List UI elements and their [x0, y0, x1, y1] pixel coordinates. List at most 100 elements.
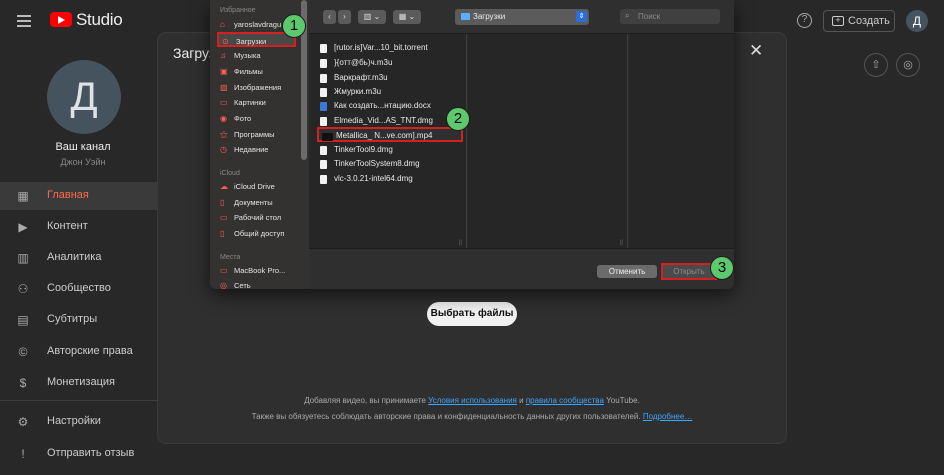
preview-column: || — [468, 34, 628, 248]
search-field[interactable]: ⌕ Поиск — [620, 9, 720, 24]
recents-icon: ◷ — [220, 145, 227, 154]
forward-button[interactable]: › — [338, 10, 351, 24]
open-button[interactable]: Открыть — [661, 263, 717, 280]
finder-sidebar-item[interactable]: ☁ iCloud Drive — [217, 179, 296, 194]
sidebar-item[interactable]: © Авторские права — [0, 338, 165, 366]
cloud-icon: ☁ — [220, 182, 228, 191]
sidebar-item[interactable]: ▦ Главная — [0, 182, 165, 210]
terms-prefix: Добавляя видео, вы принимаете — [304, 396, 426, 405]
sidebar-item[interactable]: ▥ Аналитика — [0, 244, 165, 272]
file-row[interactable]: TinkerToolSystem8.dmg — [317, 157, 463, 172]
shared-icon: ▯ — [220, 229, 225, 238]
file-icon — [320, 175, 327, 184]
file-row[interactable]: [rutor.is]Var...10_bit.torrent — [317, 41, 463, 56]
sidebar-item[interactable]: ▤ Субтитры — [0, 306, 165, 334]
upload-icon[interactable]: ⇧ — [864, 53, 888, 77]
sidebar-section-header: iCloud — [220, 170, 240, 177]
select-files-button[interactable]: Выбрать файлы — [427, 302, 517, 326]
sidebar-item-label: Главная — [47, 189, 89, 201]
account-avatar[interactable]: Д — [906, 10, 928, 32]
finder-sidebar-item[interactable]: ▯ Документы — [217, 195, 296, 210]
images-icon: ▭ — [220, 98, 228, 107]
learn-more-link[interactable]: Подробнее… — [643, 412, 693, 421]
column-resize-handle[interactable]: || — [620, 240, 623, 246]
finder-sidebar-item[interactable]: ▭ MacBook Pro... — [217, 263, 296, 278]
subtitles-icon: ▤ — [17, 313, 29, 327]
finder-sidebar-item[interactable]: ▯ Общий доступ — [217, 226, 296, 241]
view-mode-columns-icon[interactable]: ▥ ⌄ — [358, 10, 386, 24]
file-row[interactable]: Варкрафт.m3u — [317, 71, 463, 86]
finder-sidebar-item[interactable]: ◎ Сеть — [217, 278, 296, 289]
finder-sidebar-label: iCloud Drive — [234, 182, 275, 191]
popup-arrow-icon: ⇕ — [576, 11, 587, 22]
home-icon: ⌂ — [220, 20, 225, 29]
step-marker-1: 1 — [282, 14, 306, 38]
sidebar-item[interactable]: ▶ Контент — [0, 213, 165, 241]
channel-name: Джон Уэйн — [60, 157, 106, 167]
file-name: Варкрафт.m3u — [334, 73, 388, 82]
file-icon — [320, 117, 327, 126]
sidebar-item[interactable]: ⚙ Настройки — [0, 408, 165, 436]
documents-icon: ▯ — [220, 198, 225, 207]
file-icon — [320, 59, 327, 68]
file-name: }{отт@бь)ч.m3u — [334, 58, 393, 67]
file-row[interactable]: vlc-3.0.21-intel64.dmg — [317, 172, 463, 187]
file-row[interactable]: Как создать...нтацию.docx — [317, 99, 463, 114]
photo-icon: ◉ — [220, 114, 227, 123]
sidebar-item-label: Аналитика — [47, 251, 102, 263]
group-by-icon[interactable]: ▦ ⌄ — [393, 10, 421, 24]
folder-icon — [461, 13, 470, 20]
file-row[interactable]: Metallica_ N...ve.com].mp4 — [317, 127, 463, 142]
file-name: Metallica_ N...ve.com].mp4 — [336, 131, 433, 140]
finder-sidebar-item[interactable]: ⚝ Программы — [217, 127, 296, 142]
finder-sidebar-item[interactable]: ♫ Музыка — [217, 48, 296, 63]
youtube-logo-icon[interactable] — [50, 12, 72, 27]
add-video-icon: + — [832, 16, 844, 26]
channel-avatar[interactable]: Д — [47, 60, 121, 134]
file-name: Жмурки.m3u — [334, 87, 382, 96]
live-icon[interactable]: ◎ — [896, 53, 920, 77]
finder-sidebar-item[interactable]: ⊙ Загрузки — [217, 32, 296, 47]
help-icon[interactable]: ? — [797, 13, 812, 28]
network-icon: ◎ — [220, 281, 227, 289]
sidebar-item-label: Монетизация — [47, 376, 115, 388]
create-button[interactable]: + Создать — [823, 10, 895, 32]
sidebar-divider — [0, 400, 165, 401]
finder-sidebar-item[interactable]: ▨ Изображения — [217, 80, 296, 95]
channel-label: Ваш канал — [55, 141, 111, 153]
community-guidelines-link[interactable]: правила сообщества — [526, 396, 604, 405]
sidebar-item[interactable]: ⚇ Сообщество — [0, 275, 165, 303]
sidebar-section-header: Места — [220, 254, 241, 261]
downloads-icon: ⊙ — [222, 37, 229, 46]
copyright-icon: © — [18, 345, 28, 359]
finder-sidebar-item[interactable]: ◷ Недавние — [217, 142, 296, 157]
file-row[interactable]: Жмурки.m3u — [317, 85, 463, 100]
file-name: TinkerToolSystem8.dmg — [334, 159, 420, 168]
analytics-icon: ▥ — [17, 251, 29, 265]
terms-link[interactable]: Условия использования — [428, 396, 517, 405]
sidebar-item-label: Контент — [47, 220, 88, 232]
sidebar-item[interactable]: $ Монетизация — [0, 369, 165, 397]
finder-sidebar-label: yaroslavdragu — [234, 20, 282, 29]
laptop-icon: ▭ — [220, 266, 228, 275]
finder-sidebar-item[interactable]: ▭ Картинки — [217, 95, 296, 110]
terms-text: Добавляя видео, вы принимаете Условия ис… — [158, 396, 786, 405]
sidebar-item-label: Авторские права — [47, 345, 133, 357]
finder-sidebar-label: Картинки — [234, 98, 266, 107]
file-name: TinkerTool9.dmg — [334, 145, 393, 154]
menu-icon[interactable] — [17, 15, 31, 27]
sidebar-item[interactable]: ! Отправить отзыв — [0, 440, 165, 468]
finder-sidebar-item[interactable]: ▭ Рабочий стол — [217, 210, 296, 225]
cancel-button[interactable]: Отменить — [597, 265, 657, 278]
studio-logo-text[interactable]: Studio — [76, 10, 123, 30]
finder-sidebar-item[interactable]: ◉ Фото — [217, 111, 296, 126]
column-resize-handle[interactable]: || — [459, 240, 462, 246]
location-popup[interactable]: Загрузки ⇕ — [455, 9, 589, 25]
file-open-panel: Избранное ⌂ yaroslavdragu ⊙ Загрузки ♫ Музыка ▣… — [210, 0, 734, 289]
close-icon[interactable]: ✕ — [749, 41, 763, 61]
file-row[interactable]: }{отт@бь)ч.m3u — [317, 56, 463, 71]
finder-sidebar-item[interactable]: ▣ Фильмы — [217, 64, 296, 79]
desktop-icon: ▭ — [220, 213, 228, 222]
back-button[interactable]: ‹ — [323, 10, 336, 24]
file-row[interactable]: TinkerTool9.dmg — [317, 143, 463, 158]
